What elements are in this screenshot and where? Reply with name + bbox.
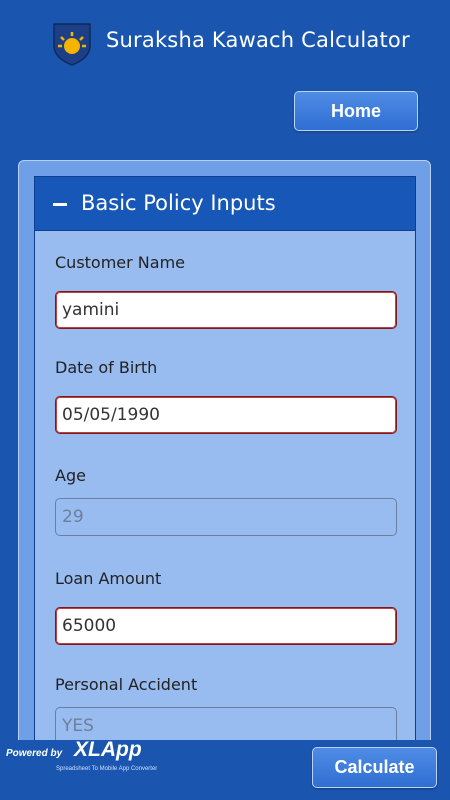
- xlapp-logo-app: App: [100, 738, 142, 761]
- panel-title: Basic Policy Inputs: [81, 191, 276, 215]
- xlapp-tagline: Spreadsheet To Mobile App Converter: [56, 766, 158, 772]
- loan-amount-input[interactable]: 65000: [55, 607, 397, 645]
- home-button[interactable]: Home: [294, 91, 418, 131]
- customer-name-label: Customer Name: [55, 253, 186, 272]
- date-of-birth-input[interactable]: 05/05/1990: [55, 396, 397, 434]
- app-header: Suraksha Kawach Calculator: [0, 0, 450, 85]
- personal-accident-label: Personal Accident: [55, 675, 198, 694]
- xlapp-logo-xl: XL: [74, 738, 101, 761]
- panel-header[interactable]: Basic Policy Inputs: [34, 176, 416, 231]
- date-of-birth-label: Date of Birth: [55, 358, 158, 377]
- loan-amount-label: Loan Amount: [55, 569, 162, 588]
- customer-name-input[interactable]: yamini: [55, 291, 397, 329]
- sun-shield-logo-icon: [53, 23, 91, 66]
- age-label: Age: [55, 466, 86, 485]
- xlapp-logo[interactable]: XLApp: [74, 738, 142, 762]
- calculate-button[interactable]: Calculate: [312, 747, 437, 788]
- personal-accident-field: YES: [55, 707, 397, 740]
- app-title: Suraksha Kawach Calculator: [106, 28, 410, 52]
- collapse-minus-icon[interactable]: [53, 203, 67, 206]
- age-field: 29: [55, 498, 397, 536]
- powered-by-text: Powered by: [6, 748, 63, 759]
- panel-body: Customer Name yamini Date of Birth 05/05…: [34, 231, 416, 740]
